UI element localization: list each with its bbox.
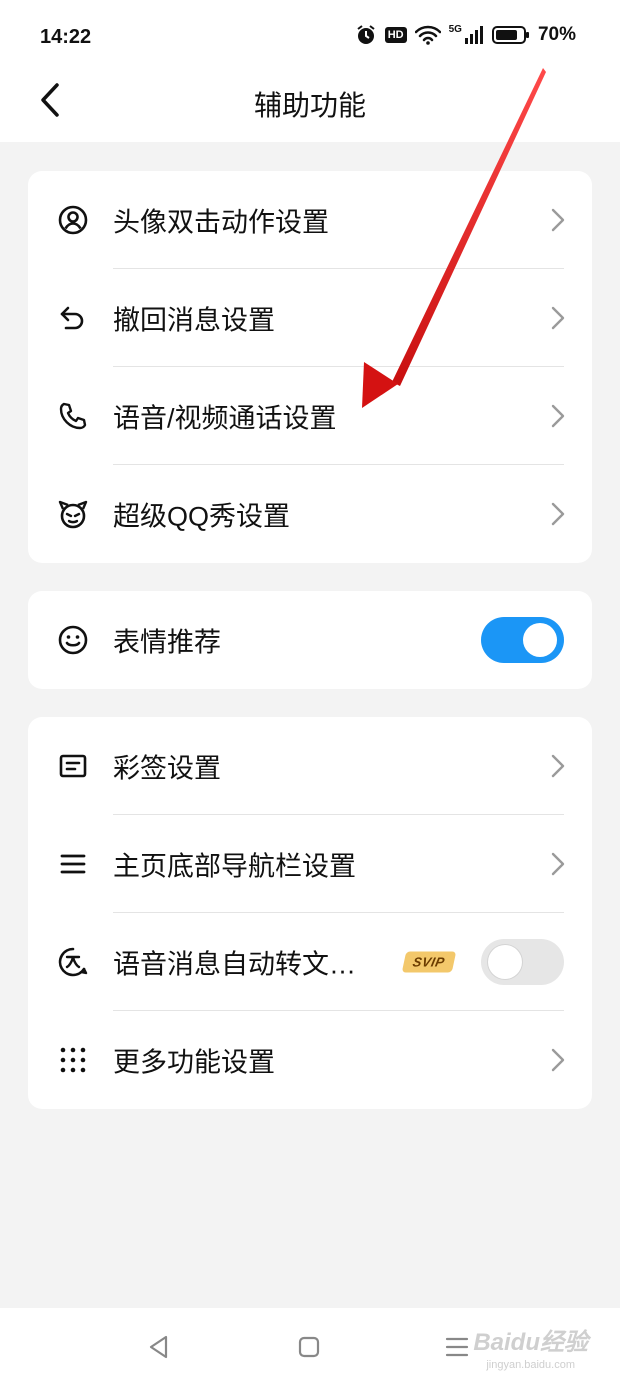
row-label: 超级QQ秀设置 xyxy=(113,501,291,532)
undo-icon xyxy=(56,301,90,335)
row-label: 语音消息自动转文… xyxy=(113,949,356,980)
settings-card-3: 彩签设置 主页底部导航栏设置 语音消息自动转文… SVIP 更多功能设置 xyxy=(28,717,592,1109)
page-title: 辅助功能 xyxy=(253,90,366,121)
settings-card-2: 表情推荐 xyxy=(28,591,592,689)
back-triangle-icon[interactable] xyxy=(146,1334,172,1365)
row-color-tag[interactable]: 彩签设置 xyxy=(28,717,592,815)
toggle-knob xyxy=(488,945,522,979)
row-label: 撤回消息设置 xyxy=(113,305,275,336)
chevron-right-icon xyxy=(551,1048,565,1072)
row-recall-message[interactable]: 撤回消息设置 xyxy=(28,269,592,367)
status-time: 14:22 xyxy=(40,26,92,48)
watermark-sub: jingyan.baidu.com xyxy=(486,1359,575,1371)
phone-icon xyxy=(56,399,90,433)
recents-menu-icon[interactable] xyxy=(444,1334,470,1365)
wifi-icon xyxy=(414,25,441,45)
row-label: 语音/视频通话设置 xyxy=(113,403,337,434)
toggle-knob xyxy=(523,623,557,657)
voice-to-text-icon xyxy=(56,945,90,979)
battery-percent: 70% xyxy=(537,24,576,45)
voice-to-text-toggle[interactable] xyxy=(481,939,564,985)
row-voice-video-call[interactable]: 语音/视频通话设置 xyxy=(28,367,592,465)
grid-icon xyxy=(56,1043,90,1077)
row-emoji-recommend: 表情推荐 xyxy=(28,591,592,689)
row-label: 头像双击动作设置 xyxy=(113,207,329,238)
baidu-watermark: Baidu经验 jingyan.baidu.com xyxy=(473,1322,588,1371)
chevron-right-icon xyxy=(551,852,565,876)
system-nav-bar: Baidu经验 jingyan.baidu.com xyxy=(0,1308,620,1386)
nav-bar: 辅助功能 xyxy=(0,70,620,142)
row-bottom-nav[interactable]: 主页底部导航栏设置 xyxy=(28,815,592,913)
hd-badge: HD xyxy=(384,27,407,43)
smiley-icon xyxy=(56,623,90,657)
chevron-right-icon xyxy=(551,306,565,330)
row-label: 更多功能设置 xyxy=(113,1047,275,1078)
svip-badge: SVIP xyxy=(401,951,456,973)
row-label: 主页底部导航栏设置 xyxy=(113,851,356,882)
network-label: 5G xyxy=(448,24,462,35)
row-label: 表情推荐 xyxy=(113,627,221,658)
emoji-recommend-toggle[interactable] xyxy=(481,617,564,663)
row-voice-to-text: 语音消息自动转文… SVIP xyxy=(28,913,592,1011)
row-super-qq-show[interactable]: 超级QQ秀设置 xyxy=(28,465,592,563)
qq-show-icon xyxy=(56,497,90,531)
chevron-right-icon xyxy=(551,754,565,778)
alarm-icon xyxy=(355,24,377,46)
chevron-right-icon xyxy=(551,404,565,428)
row-avatar-double-tap[interactable]: 头像双击动作设置 xyxy=(28,171,592,269)
card-icon xyxy=(56,749,90,783)
home-square-icon[interactable] xyxy=(296,1334,322,1365)
signal-icon: 5G xyxy=(449,25,484,45)
user-circle-icon xyxy=(56,203,90,237)
row-more-features[interactable]: 更多功能设置 xyxy=(28,1011,592,1109)
status-bar: 14:22 HD 5G 70% xyxy=(0,0,620,70)
chevron-right-icon xyxy=(551,502,565,526)
settings-card-1: 头像双击动作设置 撤回消息设置 语音/视频通话设置 超级QQ秀设置 xyxy=(28,171,592,563)
menu-icon xyxy=(56,847,90,881)
chevron-right-icon xyxy=(551,208,565,232)
watermark-main: Baidu经验 xyxy=(473,1329,588,1356)
battery-icon xyxy=(491,25,530,45)
status-icons: HD 5G 70% xyxy=(355,24,576,46)
row-label: 彩签设置 xyxy=(113,753,221,784)
